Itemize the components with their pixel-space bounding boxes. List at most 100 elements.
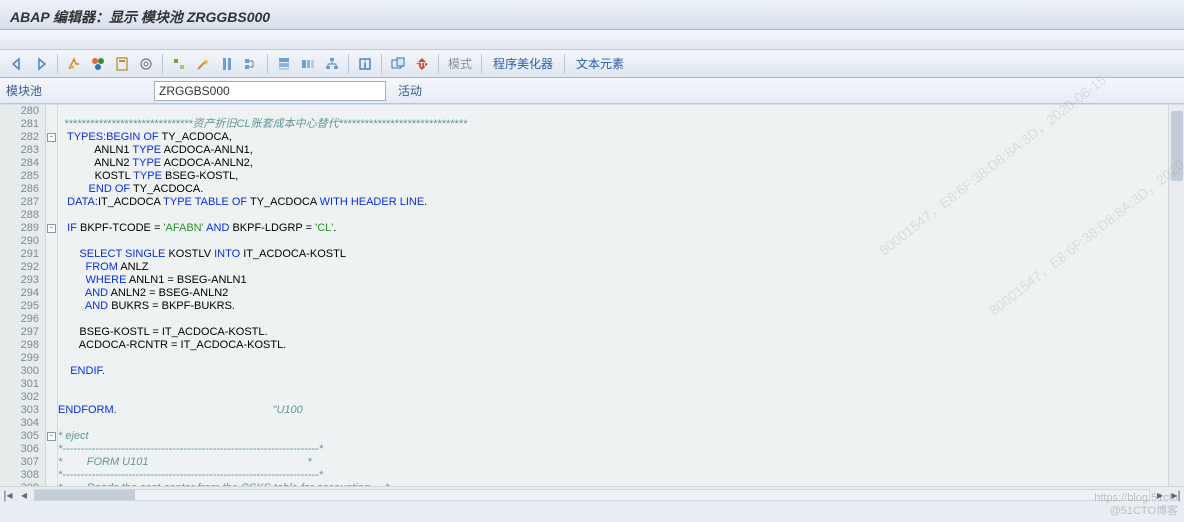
svg-text:STO: STO [415, 62, 430, 69]
line-number: 297 [0, 326, 41, 339]
line-number: 289 [0, 222, 41, 235]
enhance-icon[interactable] [168, 53, 190, 75]
line-number: 283 [0, 144, 41, 157]
line-number: 299 [0, 352, 41, 365]
line-number: 285 [0, 170, 41, 183]
toolbar-divider [564, 54, 565, 74]
code-area[interactable]: ******************************资产折旧CL账套成本… [58, 105, 1168, 502]
title-bar: ABAP 编辑器：显示 模块池 ZRGGBS000 [0, 0, 1184, 30]
code-line[interactable]: ENDIF. [58, 365, 1168, 378]
activate-icon[interactable] [63, 53, 85, 75]
code-line[interactable] [58, 378, 1168, 391]
code-line[interactable] [58, 352, 1168, 365]
code-line[interactable] [58, 235, 1168, 248]
line-number: 292 [0, 261, 41, 274]
line-number: 307 [0, 456, 41, 469]
code-line[interactable]: BSEG-KOSTL = IT_ACDOCA-KOSTL. [58, 326, 1168, 339]
code-line[interactable]: IF BKPF-TCODE = 'AFABN' AND BKPF-LDGRP =… [58, 222, 1168, 235]
code-line[interactable]: * eject [58, 430, 1168, 443]
toolbar-divider [162, 54, 163, 74]
line-number: 286 [0, 183, 41, 196]
line-number: 296 [0, 313, 41, 326]
code-line[interactable]: ANLN2 TYPE ACDOCA-ANLN2, [58, 157, 1168, 170]
breakpoint-icon[interactable]: STO [411, 53, 433, 75]
line-number: 306 [0, 443, 41, 456]
stack-vert-icon[interactable] [273, 53, 295, 75]
test-icon[interactable] [87, 53, 109, 75]
footer-user: @51CTO博客 [1110, 502, 1178, 518]
code-line[interactable]: TYPES:BEGIN OF TY_ACDOCA, [58, 131, 1168, 144]
code-line[interactable]: ******************************资产折旧CL账套成本… [58, 118, 1168, 131]
abap-editor: 2802812822832842852862872882892902912922… [0, 104, 1184, 502]
line-number-gutter: 2802812822832842852862872882892902912922… [0, 105, 46, 502]
application-toolbar: i STO 模式 程序美化器 文本元素 [0, 50, 1184, 78]
code-line[interactable]: DATA:IT_ACDOCA TYPE TABLE OF TY_ACDOCA W… [58, 196, 1168, 209]
line-number: 303 [0, 404, 41, 417]
object-status: 活动 [398, 82, 422, 99]
toolbar-divider [348, 54, 349, 74]
code-line[interactable]: ACDOCA-RCNTR = IT_ACDOCA-KOSTL. [58, 339, 1168, 352]
horizontal-scroll-thumb[interactable] [35, 490, 135, 500]
code-line[interactable]: *---------------------------------------… [58, 469, 1168, 482]
other-object-icon[interactable] [135, 53, 157, 75]
toolbar-divider [57, 54, 58, 74]
code-line[interactable]: WHERE ANLN1 = BSEG-ANLN1 [58, 274, 1168, 287]
svg-text:i: i [364, 60, 367, 71]
line-number: 280 [0, 105, 41, 118]
forward-arrow-icon[interactable] [30, 53, 52, 75]
code-line[interactable] [58, 391, 1168, 404]
code-line[interactable]: AND ANLN2 = BSEG-ANLN2 [58, 287, 1168, 300]
display-object-icon[interactable] [387, 53, 409, 75]
code-line[interactable]: *---------------------------------------… [58, 443, 1168, 456]
where-used-icon[interactable] [111, 53, 133, 75]
scroll-left-icon[interactable]: ◂ [16, 488, 32, 502]
text-elements-link[interactable]: 文本元素 [570, 55, 630, 72]
code-line[interactable]: * FORM U101 * [58, 456, 1168, 469]
line-number: 308 [0, 469, 41, 482]
code-line[interactable] [58, 313, 1168, 326]
toolbar-divider [481, 54, 482, 74]
mode-label: 模式 [444, 55, 476, 72]
code-line[interactable]: AND BUKRS = BKPF-BUKRS. [58, 300, 1168, 313]
line-number: 281 [0, 118, 41, 131]
line-number: 298 [0, 339, 41, 352]
vertical-scrollbar[interactable] [1168, 105, 1184, 486]
fold-toggle[interactable]: - [47, 133, 56, 142]
code-line[interactable]: ENDFORM. "U100 [58, 404, 1168, 417]
structure-icon[interactable] [240, 53, 262, 75]
back-arrow-icon[interactable] [6, 53, 28, 75]
wand-icon[interactable] [192, 53, 214, 75]
code-line[interactable] [58, 105, 1168, 118]
line-number: 300 [0, 365, 41, 378]
object-type-label: 模块池 [6, 82, 146, 99]
line-number: 290 [0, 235, 41, 248]
code-line[interactable] [58, 417, 1168, 430]
object-info-row: 模块池 活动 [0, 78, 1184, 104]
page-title: ABAP 编辑器：显示 模块池 ZRGGBS000 [10, 7, 270, 27]
code-line[interactable]: KOSTL TYPE BSEG-KOSTL, [58, 170, 1168, 183]
object-name-input[interactable] [154, 81, 386, 101]
toolbar-divider [267, 54, 268, 74]
stack-horz-icon[interactable] [297, 53, 319, 75]
line-number: 301 [0, 378, 41, 391]
horizontal-scrollbar: |◂ ◂ ▸ ▸| [0, 486, 1184, 502]
code-line[interactable] [58, 209, 1168, 222]
info-icon[interactable]: i [354, 53, 376, 75]
code-line[interactable]: FROM ANLZ [58, 261, 1168, 274]
code-line[interactable]: ANLN1 TYPE ACDOCA-ANLN1, [58, 144, 1168, 157]
line-number: 294 [0, 287, 41, 300]
code-line[interactable]: SELECT SINGLE KOSTLV INTO IT_ACDOCA-KOST… [58, 248, 1168, 261]
line-number: 295 [0, 300, 41, 313]
toolbar-divider [381, 54, 382, 74]
toolbar-divider [438, 54, 439, 74]
fold-toggle[interactable]: - [47, 432, 56, 441]
fold-toggle[interactable]: - [47, 224, 56, 233]
title-separator [0, 30, 1184, 50]
hierarchy-icon[interactable] [321, 53, 343, 75]
code-line[interactable]: END OF TY_ACDOCA. [58, 183, 1168, 196]
vertical-scroll-thumb[interactable] [1171, 111, 1183, 181]
cut-icon[interactable] [216, 53, 238, 75]
scroll-first-icon[interactable]: |◂ [0, 488, 16, 502]
horizontal-scroll-track[interactable] [34, 489, 1150, 501]
beautifier-link[interactable]: 程序美化器 [487, 55, 559, 72]
